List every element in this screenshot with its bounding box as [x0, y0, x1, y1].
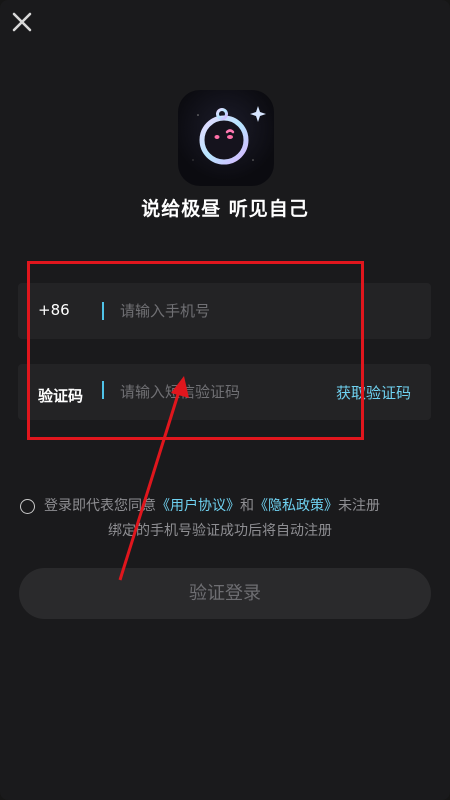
agreement-text-before: 登录即代表您同意	[44, 498, 156, 514]
login-screen: 说给极昼 听见自己 +86 验证码 获取验证码 登录即代表您同意《用户协议》和《…	[0, 0, 450, 800]
slogan: 说给极昼 听见自己	[141, 198, 309, 220]
agreement-line2: 绑定的手机号验证成功后将自动注册	[108, 523, 332, 539]
annotation-highlight-box	[27, 261, 364, 440]
login-button[interactable]: 验证登录	[19, 568, 431, 619]
agreement-text-after: 未注册	[338, 498, 380, 514]
agreement-radio[interactable]	[20, 499, 35, 514]
privacy-policy-link[interactable]: 《隐私政策》	[254, 498, 338, 514]
app-logo-icon	[178, 90, 274, 186]
close-icon[interactable]	[10, 10, 34, 34]
agreement-and: 和	[240, 498, 254, 514]
agreement-line1: 登录即代表您同意《用户协议》和《隐私政策》未注册	[44, 494, 380, 519]
user-agreement-link[interactable]: 《用户协议》	[156, 498, 240, 514]
